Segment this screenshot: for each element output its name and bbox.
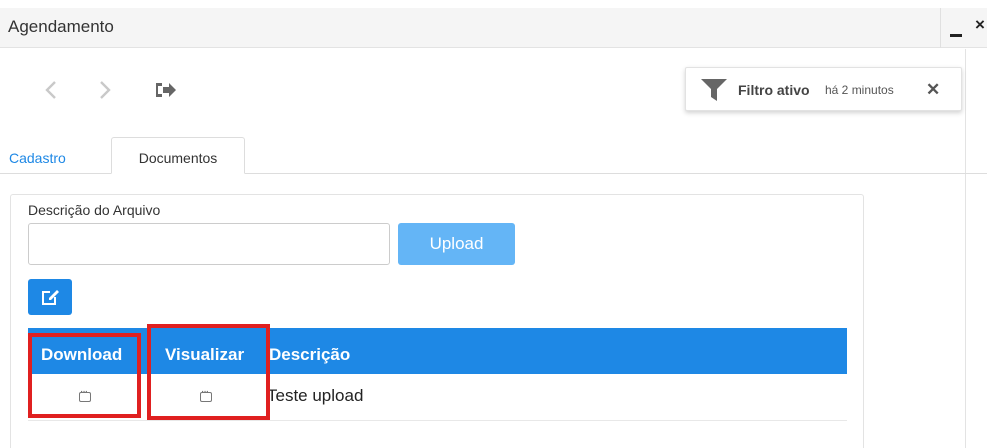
window-titlebar: Agendamento × [0,8,987,48]
edit-icon [42,290,59,305]
clear-filter-button[interactable]: ✕ [926,80,940,100]
tab-documentos[interactable]: Documentos [111,137,245,174]
highlight-visualizar-column [147,324,270,420]
sign-out-icon[interactable] [153,78,177,102]
tab-cadastro[interactable]: Cadastro [9,150,66,166]
edit-button[interactable] [28,279,72,315]
minimize-button[interactable] [940,8,970,48]
upload-button[interactable]: Upload [398,223,515,265]
filter-icon [701,79,727,106]
table-cell-description: Teste upload [267,386,364,405]
close-window-button[interactable]: × [975,15,985,35]
active-filter-box: Filtro ativo há 2 minutos ✕ [685,67,962,111]
description-input[interactable] [28,223,390,265]
window-title: Agendamento [8,17,114,36]
description-label: Descrição do Arquivo [28,202,161,218]
filter-label: Filtro ativo [738,82,810,98]
filter-time: há 2 minutos [825,83,894,97]
chevron-left-icon[interactable] [40,78,64,102]
highlight-download-column [28,333,141,418]
chevron-right-icon[interactable] [92,78,116,102]
header-descricao[interactable]: Descrição [269,345,350,365]
side-divider [965,49,966,448]
row-divider [28,420,847,421]
